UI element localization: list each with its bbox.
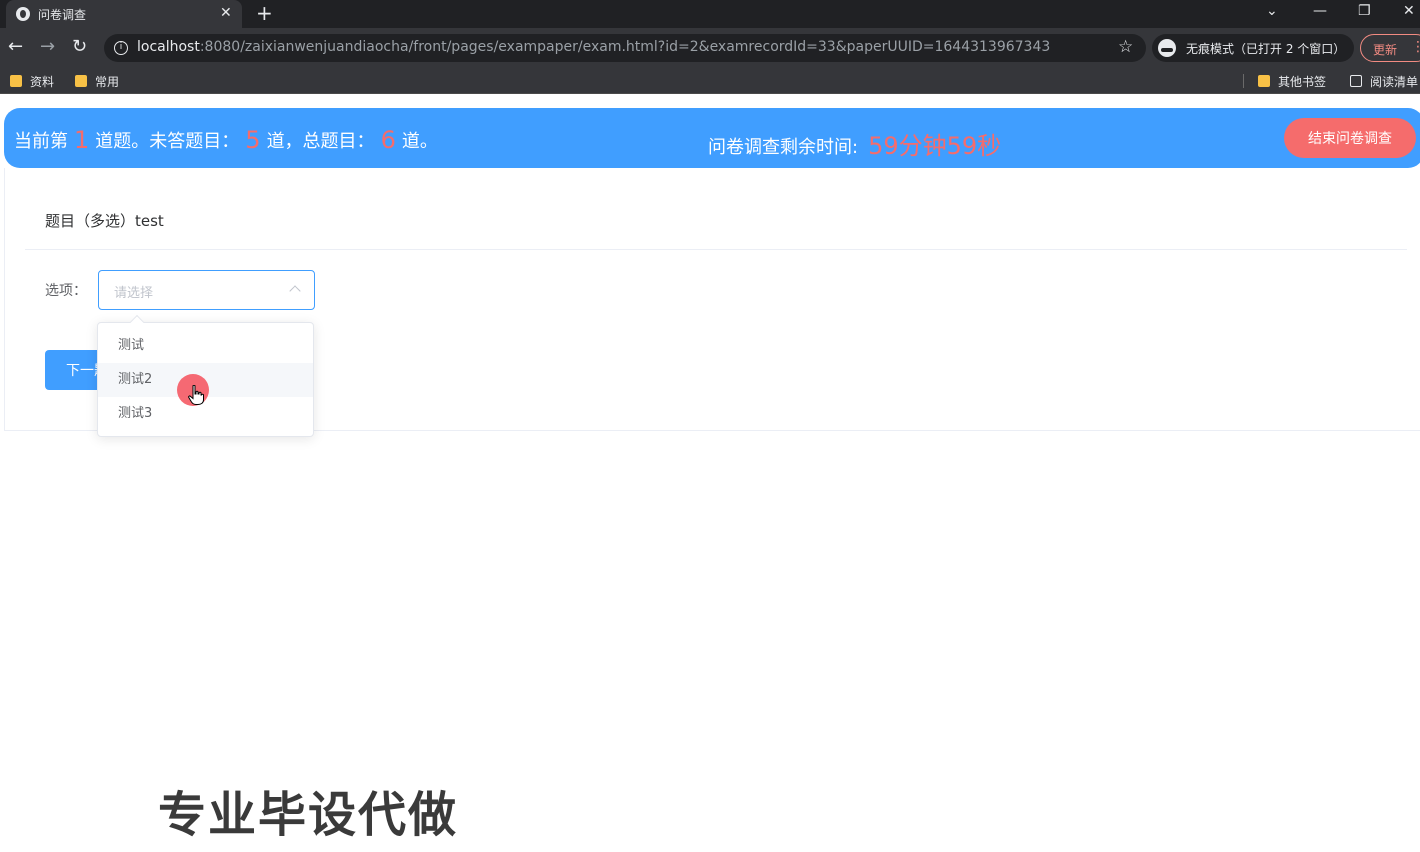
forward-icon[interactable]: → (40, 37, 55, 57)
browser-tab-bar: 问卷调查 ✕ + ⌄ — ❐ ✕ (0, 0, 1420, 28)
folder-icon (10, 75, 22, 87)
progress-middle: 道题。未答题目： (95, 131, 240, 152)
chevron-up-icon (289, 285, 301, 297)
globe-icon (16, 7, 30, 21)
update-button[interactable]: 更新 ⋮ (1360, 34, 1420, 62)
total-count: 6 (380, 126, 396, 154)
reading-list-icon (1350, 75, 1362, 87)
question-title: 题目（多选）test (45, 212, 164, 230)
url-path: :8080/zaixianwenjuandiaocha/front/pages/… (199, 39, 1051, 55)
tab-search-icon[interactable]: ⌄ (1266, 3, 1278, 19)
update-label: 更新 (1373, 43, 1398, 57)
select-placeholder: 请选择 (114, 286, 154, 301)
bookmark-folder-ziliao[interactable]: 资料 (10, 72, 54, 90)
tab-title: 问卷调查 (38, 8, 87, 22)
timer-value: 59分钟59秒 (868, 132, 1002, 160)
timer-text: 问卷调查剩余时间: 59分钟59秒 (708, 125, 1001, 160)
progress-text: 当前第 1 道题。未答题目： 5 道，总题目： 6 道。 (14, 125, 438, 154)
address-bar[interactable]: i localhost:8080/zaixianwenjuandiaocha/f… (104, 34, 1146, 62)
folder-icon (75, 75, 87, 87)
tab-close-icon[interactable]: ✕ (220, 5, 232, 21)
hand-cursor-icon (188, 385, 204, 405)
reload-icon[interactable]: ↻ (72, 37, 87, 57)
bookmark-label: 其他书签 (1278, 74, 1327, 89)
bookmark-separator (1243, 74, 1244, 88)
progress-suffix: 道。 (401, 131, 438, 152)
new-tab-icon[interactable]: + (256, 2, 273, 24)
end-survey-button[interactable]: 结束问卷调查 (1284, 118, 1416, 158)
bookmark-label: 资料 (30, 74, 55, 89)
watermark-text: 专业毕设代做 (158, 787, 459, 843)
progress-total-label: 道，总题目： (266, 131, 375, 152)
menu-dots-icon[interactable]: ⋮ (1411, 39, 1420, 55)
bookmarks-bar: 资料 常用 其他书签 阅读清单 (0, 68, 1420, 94)
bookmark-star-icon[interactable]: ☆ (1118, 37, 1133, 57)
bookmark-label: 阅读清单 (1370, 74, 1419, 89)
exam-header-bar: 当前第 1 道题。未答题目： 5 道，总题目： 6 道。 问卷调查剩余时间: 59分钟59秒 … (4, 108, 1420, 168)
browser-toolbar: ← → ↻ i localhost:8080/zaixianwenjuandia… (0, 28, 1420, 68)
bookmark-label: 常用 (95, 74, 120, 89)
maximize-icon[interactable]: ❐ (1358, 3, 1371, 19)
progress-prefix: 当前第 (14, 131, 68, 152)
divider (25, 249, 1407, 250)
info-icon[interactable]: i (114, 41, 128, 55)
minimize-icon[interactable]: — (1313, 3, 1327, 19)
url-host: localhost (137, 39, 200, 55)
bookmark-folder-changyong[interactable]: 常用 (75, 72, 119, 90)
window-close-icon[interactable]: ✕ (1403, 3, 1415, 19)
incognito-text: 无痕模式（已打开 2 个窗口） (1186, 42, 1346, 56)
current-question-number: 1 (74, 126, 90, 154)
bookmark-folder-other[interactable]: 其他书签 (1258, 72, 1326, 90)
page-content: 当前第 1 道题。未答题目： 5 道，总题目： 6 道。 问卷调查剩余时间: 59分钟59秒 … (0, 95, 1420, 852)
unanswered-count: 5 (245, 126, 261, 154)
folder-icon (1258, 75, 1270, 87)
incognito-icon (1158, 39, 1176, 57)
url-text[interactable]: localhost:8080/zaixianwenjuandiaocha/fro… (137, 39, 1050, 55)
browser-tab[interactable]: 问卷调查 ✕ (6, 0, 242, 28)
dropdown-option[interactable]: 测试3 (98, 397, 313, 431)
timer-label: 问卷调查剩余时间: (708, 137, 859, 158)
option-label: 选项： (45, 283, 87, 299)
reading-list[interactable]: 阅读清单 (1350, 72, 1418, 90)
incognito-indicator[interactable]: 无痕模式（已打开 2 个窗口） (1152, 34, 1354, 62)
option-select[interactable]: 请选择 (98, 270, 315, 310)
back-icon[interactable]: ← (8, 37, 23, 57)
dropdown-option[interactable]: 测试 (98, 329, 313, 363)
